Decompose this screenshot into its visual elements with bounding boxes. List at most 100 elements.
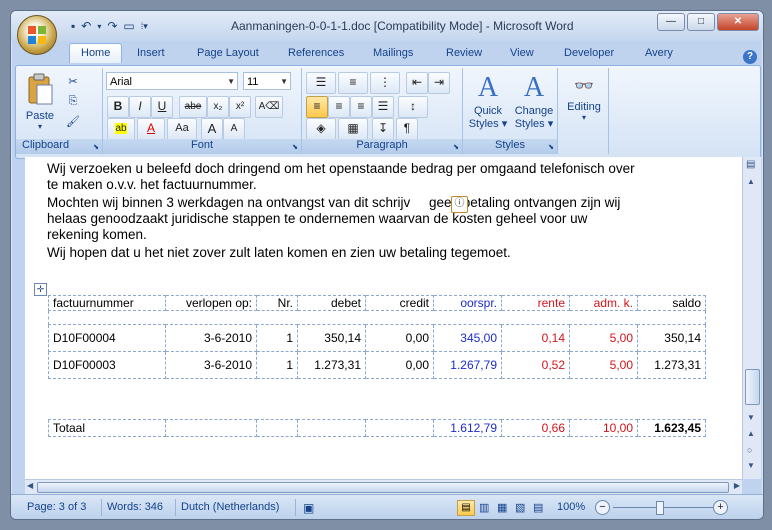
cell: D10F00004 [48,324,166,352]
copy-icon[interactable]: ⎘ [62,94,84,114]
tab-references[interactable]: References [288,47,344,59]
page-count[interactable]: Page: 3 of 3 [27,501,86,513]
styles-launcher-icon[interactable]: ⬊ [548,143,554,151]
justify-icon[interactable]: ☰ [372,96,394,118]
previous-page-icon[interactable]: ▲ [747,429,755,438]
next-page-icon[interactable]: ▼ [747,461,755,470]
quick-styles-icon: A [477,72,499,103]
repeat-icon[interactable]: ▭ [123,19,134,33]
redo-icon[interactable]: ↷ [107,19,117,33]
align-right-icon[interactable]: ≡ [350,96,372,118]
tab-review[interactable]: Review [446,47,482,59]
horizontal-scrollbar[interactable]: ◀ ▶ [25,479,742,494]
align-left-icon[interactable]: ≡ [306,96,328,118]
change-case-button[interactable]: Aa [167,118,197,140]
strikethrough-button[interactable]: abe [179,96,207,118]
ruler-toggle-icon[interactable]: ▤ [746,159,755,170]
increase-indent-icon[interactable]: ⇥ [428,72,450,94]
word-count[interactable]: Words: 346 [107,501,163,513]
tab-avery[interactable]: Avery [645,47,673,59]
view-web-layout-icon[interactable]: ▦ [497,501,507,514]
close-button[interactable]: ✕ [717,13,759,31]
save-icon[interactable]: ▪ [71,19,75,33]
clipboard-launcher-icon[interactable]: ⬊ [93,143,99,151]
zoom-out-icon[interactable]: − [595,500,610,515]
table-move-handle-icon[interactable]: ✛ [34,283,47,296]
document-page[interactable]: Wij verzoeken u beleefd doch dringend om… [25,157,742,479]
subscript-button[interactable]: x₂ [207,96,229,118]
macro-record-icon[interactable]: ▣ [303,501,314,515]
undo-dropdown-icon[interactable]: ▾ [97,22,101,31]
multilevel-list-icon[interactable]: ⋮ [370,72,400,94]
change-styles-label: Change [514,105,554,117]
italic-button[interactable]: I [129,96,151,118]
bullets-icon[interactable]: ☰ [306,72,336,94]
paragraph-launcher-icon[interactable]: ⬊ [453,143,459,151]
line-spacing-icon[interactable]: ↕ [398,96,428,118]
language-indicator[interactable]: Dutch (Netherlands) [181,501,279,513]
body-line-5: rekening komen. [47,227,147,242]
cut-icon[interactable]: ✂ [62,74,84,94]
numbering-icon[interactable]: ≡ [338,72,368,94]
zoom-slider-thumb[interactable] [656,501,664,515]
tab-developer[interactable]: Developer [564,47,614,59]
scroll-left-icon[interactable]: ◀ [27,481,33,490]
tab-insert[interactable]: Insert [137,47,165,59]
align-center-icon[interactable]: ≡ [328,96,350,118]
scroll-up-icon[interactable]: ▲ [747,177,755,186]
scroll-down-icon[interactable]: ▼ [747,413,755,422]
cell: 3-6-2010 [165,351,257,379]
table-header-row: factuurnummer verlopen op: Nr. debet cre… [48,295,706,311]
minimize-button[interactable]: — [657,13,685,31]
decrease-indent-icon[interactable]: ⇤ [406,72,428,94]
font-launcher-icon[interactable]: ⬊ [292,143,298,151]
font-size-combo[interactable]: 11 ▼ [243,72,291,90]
quick-styles-button[interactable]: A Quick Styles ▾ [465,70,511,138]
binoculars-icon: 👓 [574,78,594,95]
paste-label: Paste [25,110,55,122]
superscript-button[interactable]: x² [229,96,251,118]
sort-icon[interactable]: ↧ [372,118,394,140]
show-formatting-icon[interactable]: ¶ [396,118,418,140]
shading-icon[interactable]: ◈ [306,118,336,140]
shrink-font-button[interactable]: A [223,118,245,140]
select-browse-object-icon[interactable]: ○ [747,445,752,455]
editing-button[interactable]: 👓 Editing ▾ [560,72,608,138]
borders-icon[interactable]: ▦ [338,118,368,140]
clear-formatting-icon[interactable]: A⌫ [255,96,283,118]
vertical-scroll-thumb[interactable] [745,369,760,405]
editing-group: 👓 Editing ▾ [558,68,609,154]
font-name-dropdown-icon[interactable]: ▼ [227,73,235,91]
view-print-layout-icon[interactable]: ▤ [457,500,475,516]
text-highlight-icon[interactable]: ab [107,118,135,140]
view-draft-icon[interactable]: ▤ [533,501,543,514]
change-styles-button[interactable]: A Change Styles ▾ [511,70,557,138]
office-button[interactable] [17,15,57,55]
horizontal-scroll-thumb[interactable] [37,482,729,493]
view-full-screen-icon[interactable]: ▥ [479,501,489,514]
bold-button[interactable]: B [107,96,129,118]
undo-icon[interactable]: ↶ [81,19,91,33]
tab-view[interactable]: View [510,47,534,59]
view-outline-icon[interactable]: ▧ [515,501,525,514]
font-group-label: Font [103,139,301,154]
format-painter-icon[interactable]: 🖌 [62,114,84,134]
font-size-dropdown-icon[interactable]: ▼ [280,73,288,91]
font-name-combo[interactable]: Arial ▼ [106,72,238,90]
paste-button[interactable]: Paste ▾ [20,70,60,140]
customize-icon[interactable]: ⁞▾ [141,21,148,32]
ribbon-tabs: Home Insert Page Layout References Maili… [11,41,763,64]
help-icon[interactable]: ? [743,50,757,64]
underline-button[interactable]: U [151,96,173,118]
restore-button[interactable]: □ [687,13,715,31]
grow-font-button[interactable]: A [201,118,223,140]
tab-mailings[interactable]: Mailings [373,47,413,59]
zoom-in-icon[interactable]: + [713,500,728,515]
vertical-scrollbar[interactable]: ▤ ▲ ▼ ▲ ○ ▼ [742,157,761,479]
scroll-right-icon[interactable]: ▶ [734,481,740,490]
tab-page-layout[interactable]: Page Layout [197,47,259,59]
tab-home[interactable]: Home [69,43,123,63]
zoom-level[interactable]: 100% [557,501,585,513]
cell: 0,52 [501,351,570,379]
font-color-icon[interactable]: A [137,118,165,140]
